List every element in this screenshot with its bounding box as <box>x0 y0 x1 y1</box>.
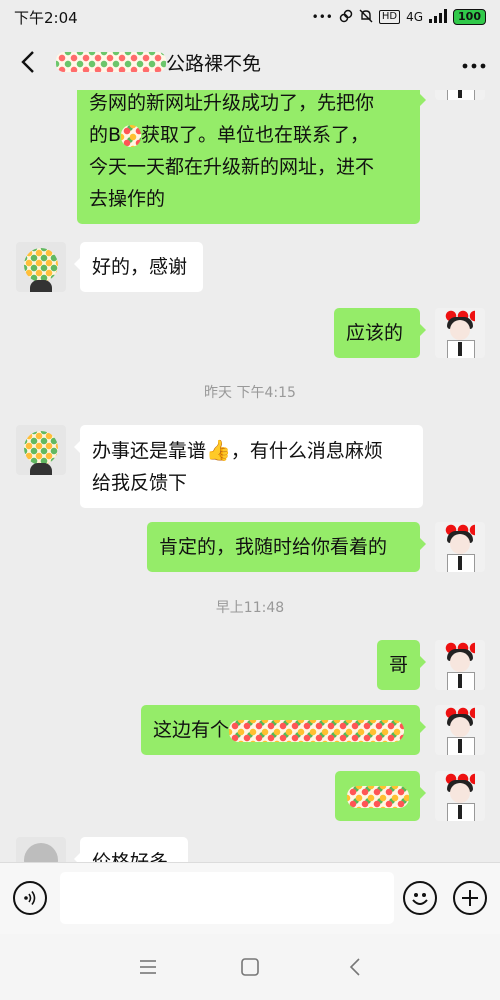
message-bubble-sent[interactable]: 这边有个 <box>141 705 426 755</box>
message-bubble-received[interactable]: 价格好多 <box>74 837 188 862</box>
message-bubble-sent[interactable]: 肯定的，我随时给你看着的 <box>147 522 426 572</box>
my-avatar[interactable] <box>435 771 485 821</box>
message-bubble-received[interactable]: 好的，感谢 <box>74 242 203 292</box>
more-actions-button[interactable] <box>453 881 487 915</box>
voice-wave-icon <box>24 891 36 905</box>
network-label: 4G <box>406 10 424 24</box>
input-bar <box>0 862 500 934</box>
status-bar: 下午2:04 ••• HD 4G 100 <box>0 0 500 34</box>
contact-avatar[interactable] <box>16 425 66 475</box>
system-navigation-bar <box>0 934 500 1000</box>
contact-avatar[interactable] <box>16 837 66 862</box>
status-time: 下午2:04 <box>14 8 78 27</box>
message-bubble-sent[interactable]: 务网的新网址升级成功了，先把你 的B 获取了。单位也在联系了， 今天一天都在升级新… <box>77 90 426 224</box>
my-avatar[interactable] <box>435 522 485 572</box>
status-icons: ••• HD 4G 100 <box>311 8 486 26</box>
message-input[interactable] <box>60 872 394 924</box>
chat-title: 公路裸不免 <box>56 49 261 76</box>
triangle-back-icon <box>349 958 360 976</box>
chevron-left-icon <box>21 51 34 73</box>
message-bubble-sent[interactable]: 应该的 <box>334 308 426 358</box>
emoji-button[interactable] <box>403 881 437 915</box>
signal-icon <box>429 8 448 26</box>
redacted-name-mask <box>56 52 166 72</box>
my-avatar[interactable] <box>435 640 485 690</box>
smiley-icon <box>412 893 428 905</box>
system-back-button[interactable] <box>342 954 368 980</box>
square-home-icon <box>241 958 259 976</box>
back-button[interactable] <box>14 48 42 76</box>
hd-badge: HD <box>378 10 401 24</box>
mute-bell-icon <box>359 9 373 26</box>
chat-title-text: 公路裸不免 <box>166 52 262 75</box>
my-avatar[interactable] <box>435 705 485 755</box>
chat-header: 公路裸不免 <box>0 34 500 90</box>
redacted-text-mask <box>229 719 405 742</box>
menu-button[interactable] <box>135 954 161 980</box>
more-dots-icon <box>462 63 486 68</box>
redacted-text-mask <box>121 124 142 147</box>
message-bubble-sent[interactable]: 哥 <box>377 640 426 690</box>
link-icon <box>339 9 353 26</box>
redacted-text-mask <box>347 785 409 808</box>
message-bubble-sent[interactable] <box>335 771 426 821</box>
time-divider: 昨天 下午4:15 <box>204 385 296 401</box>
battery-indicator: 100 <box>453 9 486 25</box>
message-bubble-received[interactable]: 办事还是靠谱👍，有什么消息麻烦 给我反馈下 <box>74 425 423 508</box>
my-avatar[interactable] <box>435 308 485 358</box>
notification-dots-icon: ••• <box>311 10 333 24</box>
message-list[interactable]: 务网的新网址升级成功了，先把你 的B 获取了。单位也在联系了， 今天一天都在升级新… <box>0 90 500 862</box>
time-divider: 早上11:48 <box>215 600 285 616</box>
more-options-button[interactable] <box>462 50 486 75</box>
contact-avatar[interactable] <box>16 242 66 292</box>
plus-icon <box>462 890 478 906</box>
my-avatar[interactable] <box>435 90 485 100</box>
home-button[interactable] <box>237 954 263 980</box>
voice-input-button[interactable] <box>13 881 47 915</box>
hamburger-icon <box>140 960 156 974</box>
thumbs-up-icon: 👍 <box>206 438 231 462</box>
